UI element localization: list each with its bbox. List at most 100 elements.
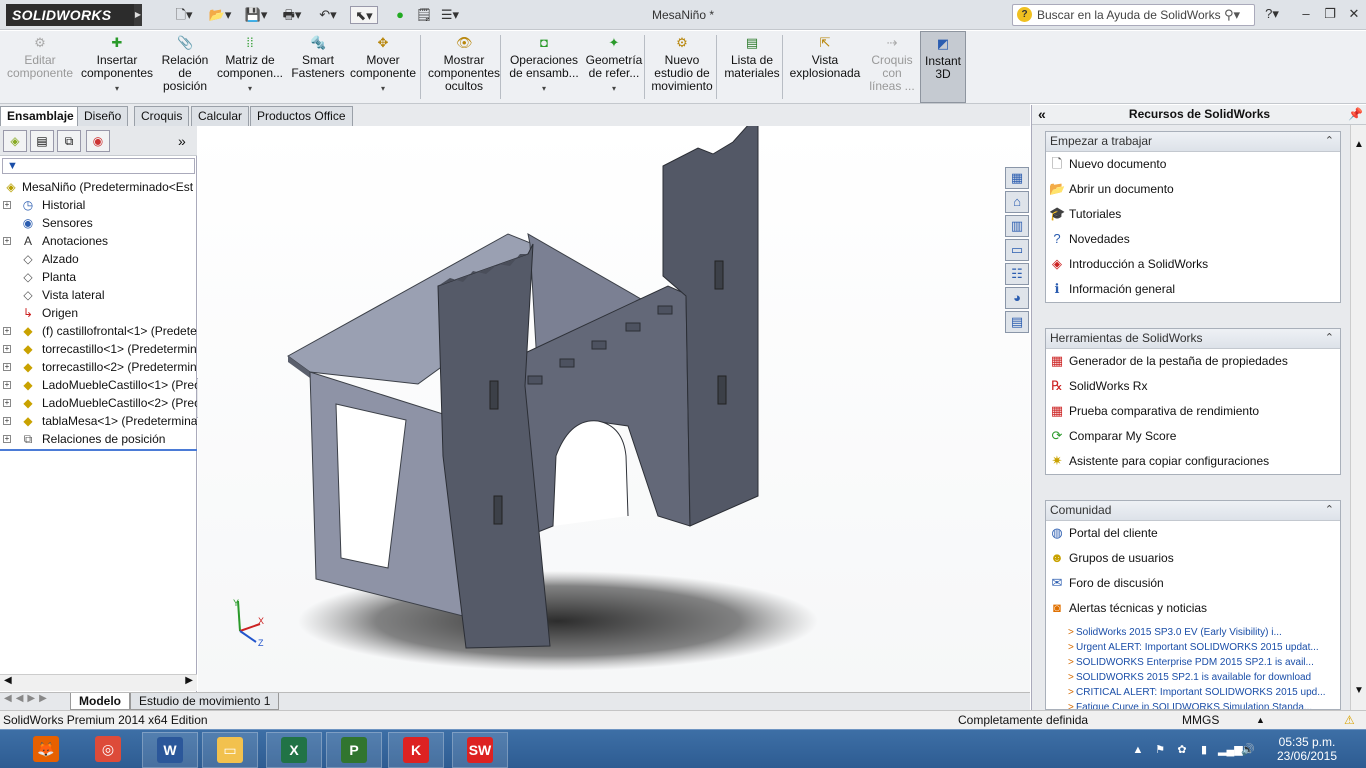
tab-ensamblaje[interactable]: Ensamblaje <box>0 106 81 126</box>
signal-tray-icon[interactable]: ▂▄▆ <box>1218 742 1243 758</box>
appearances-tab-icon[interactable]: ◕ <box>1005 287 1029 309</box>
previous-view-icon[interactable]: ↖ <box>516 126 536 129</box>
news-link[interactable]: SOLIDWORKS 2015 SP2.1 is available for d… <box>1046 670 1340 685</box>
firefox-icon[interactable]: 🦊 <box>18 732 74 768</box>
tree-filter-input[interactable]: ▼ <box>2 158 195 174</box>
command-mate-button[interactable]: 📎 Relación de posición <box>156 31 214 103</box>
tree-item[interactable]: + ◆ tablaMesa<1> (Predetermina <box>0 412 197 430</box>
undo-icon[interactable]: ↶▾ <box>314 6 342 24</box>
news-link[interactable]: Urgent ALERT: Important SOLIDWORKS 2015 … <box>1046 640 1340 655</box>
kaspersky-icon[interactable]: K <box>388 732 444 768</box>
battery-tray-icon[interactable]: ▮ <box>1196 742 1212 758</box>
select-icon[interactable]: ⬉▾ <box>350 6 378 24</box>
command-bom-button[interactable]: ▤ Lista de materiales <box>720 31 784 103</box>
panel-header[interactable]: Empezar a trabajar ⌃ <box>1046 132 1340 152</box>
graphics-area[interactable]: Y X Z ⊕ ⊞ ↖ ◧ ▣▾ ◩▾ ◎▾ ◕ ✿▾ ▤▾ ◫ ◨ – ❐ ✕ <box>198 126 1030 692</box>
tab-croquis[interactable]: Croquis <box>134 106 190 126</box>
property-manager-tab-icon[interactable]: ▤ <box>30 130 54 152</box>
news-link[interactable]: SolidWorks 2015 SP3.0 EV (Early Visibili… <box>1046 625 1340 640</box>
tree-item[interactable]: + ◆ LadoMuebleCastillo<1> (Prec <box>0 376 197 394</box>
appearance-icon[interactable]: ◕ <box>674 126 694 129</box>
tree-root[interactable]: ◈ MesaNiño (Predeterminado<Est <box>0 178 197 196</box>
display-manager-tab-icon[interactable]: ◉ <box>86 130 110 152</box>
expand-icon[interactable]: + <box>3 345 11 353</box>
network-tray-icon[interactable]: ✿ <box>1174 742 1190 758</box>
show-hidden-icons-tray-icon[interactable]: ▲ <box>1130 742 1146 758</box>
tab-motion-study[interactable]: Estudio de movimiento 1 <box>130 693 280 710</box>
tree-item[interactable]: ↳ Origen <box>0 304 197 322</box>
command-explode-line-button[interactable]: ⇢ Croquis con líneas ... <box>864 31 920 103</box>
zoom-area-icon[interactable]: ⊞ <box>493 126 513 129</box>
dropdown-arrow-icon[interactable]: ▾ <box>76 82 158 95</box>
close-icon[interactable]: ✕ <box>1342 5 1366 23</box>
tab-calcular[interactable]: Calcular <box>191 106 250 126</box>
expand-icon[interactable]: + <box>3 435 11 443</box>
tree-item[interactable]: + ◷ Historial <box>0 196 197 214</box>
custom-properties-icon[interactable]: ▤ <box>1005 311 1029 333</box>
dropdown-arrow-icon[interactable]: ▾ <box>504 82 584 95</box>
panel-header[interactable]: Comunidad ⌃ <box>1046 501 1340 521</box>
search-icon[interactable]: ⚲▾ <box>1224 5 1240 25</box>
resource-link[interactable]: ☻ Grupos de usuarios <box>1046 546 1340 571</box>
scroll-down-icon[interactable]: ▼ <box>1354 685 1364 696</box>
feature-tree-tab-icon[interactable]: ◈ <box>3 130 27 152</box>
home-tab-icon[interactable]: ⌂ <box>1005 191 1029 213</box>
configuration-manager-tab-icon[interactable]: ⧉ <box>57 130 81 152</box>
resource-link[interactable]: ✉ Foro de discusión <box>1046 571 1340 596</box>
tree-item[interactable]: + ◆ (f) castillofrontal<1> (Predete <box>0 322 197 340</box>
help-search-input[interactable]: ? Buscar en la Ayuda de SolidWorks ⚲▾ <box>1012 4 1255 26</box>
tree-item[interactable]: ◉ Sensores <box>0 214 197 232</box>
chrome-icon[interactable]: ◎ <box>80 732 136 768</box>
flag-tray-icon[interactable]: ⚑ <box>1152 742 1168 758</box>
view-settings-icon[interactable]: ▤▾ <box>734 126 754 129</box>
resource-link[interactable]: ✷ Asistente para copiar configuraciones <box>1046 449 1340 474</box>
view-palette-icon[interactable]: ☷ <box>1005 263 1029 285</box>
news-link[interactable]: Fatigue Curve in SOLIDWORKS Simulation S… <box>1046 700 1340 709</box>
resource-link[interactable]: ? Novedades <box>1046 227 1340 252</box>
command-motion-study-button[interactable]: ⚙ Nuevo estudio de movimiento <box>646 31 718 103</box>
tree-item[interactable]: + ◆ torrecastillo<1> (Predetermin <box>0 340 197 358</box>
zoom-to-fit-icon[interactable]: ⊕ <box>470 126 490 129</box>
resource-link[interactable]: 📂 Abrir un documento <box>1046 177 1340 202</box>
units-dropdown-icon[interactable]: ▲ <box>1256 711 1265 729</box>
command-smart-fasteners-button[interactable]: 🔩 Smart Fasteners <box>290 31 346 103</box>
resource-link[interactable]: ▦ Prueba comparativa de rendimiento <box>1046 399 1340 424</box>
open-icon[interactable]: 📂▾ <box>206 6 234 24</box>
command-exploded-view-button[interactable]: ⇱ Vista explosionada <box>786 31 864 103</box>
design-library-icon[interactable]: ▥ <box>1005 215 1029 237</box>
section-view-icon[interactable]: ◧ <box>539 126 559 129</box>
expand-icon[interactable]: + <box>3 399 11 407</box>
scene-icon[interactable]: ✿▾ <box>698 126 718 129</box>
command-reference-geometry-button[interactable]: ✦ Geometría de refer... ▾ <box>582 31 646 103</box>
print-icon[interactable]: 🖶▾ <box>278 6 306 24</box>
tree-item[interactable]: ◇ Planta <box>0 268 197 286</box>
resource-link[interactable]: 🗋 Nuevo documento <box>1046 152 1340 177</box>
pin-icon[interactable]: 📌 <box>1348 105 1363 124</box>
expand-icon[interactable]: + <box>3 237 11 245</box>
news-link[interactable]: SOLIDWORKS Enterprise PDM 2015 SP2.1 is … <box>1046 655 1340 670</box>
expand-icon[interactable]: + <box>3 381 11 389</box>
resource-link[interactable]: ▦ Generador de la pestaña de propiedades <box>1046 349 1340 374</box>
collapse-task-pane-icon[interactable]: « <box>1038 105 1046 124</box>
tab-productos-office[interactable]: Productos Office <box>250 106 353 126</box>
solidworks-logo[interactable]: SOLIDWORKS <box>6 4 134 26</box>
resource-link[interactable]: ⟳ Comparar My Score <box>1046 424 1340 449</box>
menu-expand-icon[interactable]: ▶ <box>134 4 142 26</box>
horizontal-scrollbar[interactable]: ◀ ▶ <box>0 674 197 691</box>
news-link[interactable]: CRITICAL ALERT: Important SOLIDWORKS 201… <box>1046 685 1340 700</box>
expand-icon[interactable]: + <box>3 417 11 425</box>
rebuild-status-icon[interactable]: ⚠ <box>1344 711 1355 729</box>
tree-item[interactable]: + A Anotaciones <box>0 232 197 250</box>
rollback-bar[interactable] <box>0 449 197 451</box>
word-icon[interactable]: W <box>142 732 198 768</box>
collapse-icon[interactable]: ⌃ <box>1325 329 1334 348</box>
dropdown-arrow-icon[interactable]: ▾ <box>582 82 646 95</box>
collapse-icon[interactable]: ⌃ <box>1325 132 1334 151</box>
expand-icon[interactable]: + <box>3 201 11 209</box>
tree-item[interactable]: ◇ Alzado <box>0 250 197 268</box>
display-style-icon[interactable]: ◩▾ <box>600 126 620 129</box>
resource-link[interactable]: 🎓 Tutoriales <box>1046 202 1340 227</box>
help-menu-icon[interactable]: ?▾ <box>1260 5 1284 23</box>
resources-tab-icon[interactable]: ▦ <box>1005 167 1029 189</box>
tree-item[interactable]: + ⧉ Relaciones de posición <box>0 430 197 448</box>
